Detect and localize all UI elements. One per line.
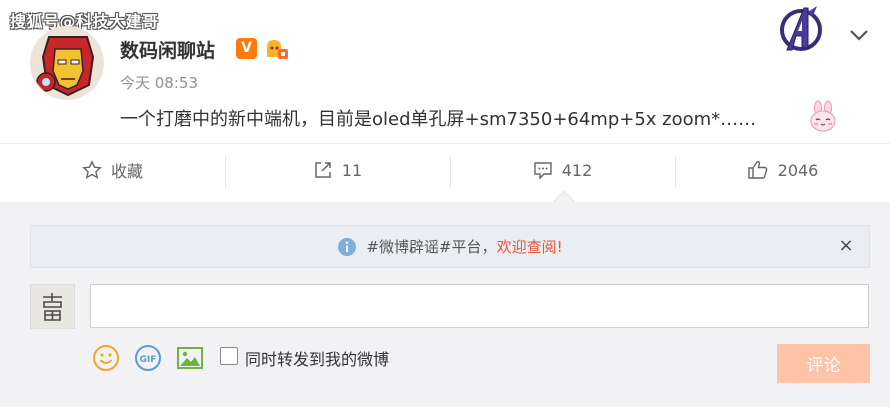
info-icon [338, 237, 357, 256]
notice-text: #微博辟谣#平台， [366, 238, 497, 256]
chevron-down-icon[interactable] [848, 24, 870, 46]
smiley-icon[interactable] [92, 344, 120, 372]
thumbs-up-icon [747, 160, 767, 179]
notice-banner: #微博辟谣#平台， 欢迎查阅! × [30, 225, 870, 268]
watermark: 搜狐号@科技大建哥 [10, 12, 159, 31]
notice-link[interactable]: 欢迎查阅! [497, 236, 563, 257]
bunny-emoji-icon [808, 100, 838, 132]
like-count: 2046 [777, 160, 819, 180]
share-icon [315, 162, 331, 178]
fan-badge-icon [263, 37, 289, 61]
gif-label: GIF [140, 355, 157, 365]
submit-comment-button[interactable]: 评论 [777, 344, 870, 383]
close-icon[interactable]: × [837, 237, 855, 255]
star-icon [82, 160, 102, 179]
comment-count: 412 [561, 160, 593, 180]
like-button[interactable]: 2046 [675, 150, 890, 190]
post-timestamp[interactable]: 今天 08:53 [120, 72, 198, 93]
verified-badge: V [236, 38, 257, 59]
repost-checkbox-label[interactable]: 同时转发到我的微博 [245, 346, 389, 370]
image-icon[interactable] [176, 344, 204, 372]
repost-button[interactable]: 11 [225, 150, 450, 190]
author-avatar[interactable] [30, 26, 104, 100]
current-user-avatar[interactable] [30, 284, 75, 329]
divider [0, 143, 890, 144]
comment-button[interactable]: 412 [450, 150, 675, 190]
comment-icon [534, 162, 552, 180]
favorite-button[interactable]: 收藏 [0, 150, 225, 190]
gif-icon[interactable]: GIF [134, 344, 162, 372]
comment-input[interactable] [90, 284, 869, 328]
repost-count: 11 [341, 160, 363, 180]
author-name[interactable]: 数码闲聊站 [120, 36, 215, 63]
repost-checkbox[interactable] [220, 347, 238, 365]
post-content: 一个打磨中的新中端机，目前是oled单孔屏+sm7350+64mp+5x zoo… [120, 109, 757, 130]
favorite-label: 收藏 [110, 162, 143, 181]
avengers-logo-icon [777, 4, 825, 54]
